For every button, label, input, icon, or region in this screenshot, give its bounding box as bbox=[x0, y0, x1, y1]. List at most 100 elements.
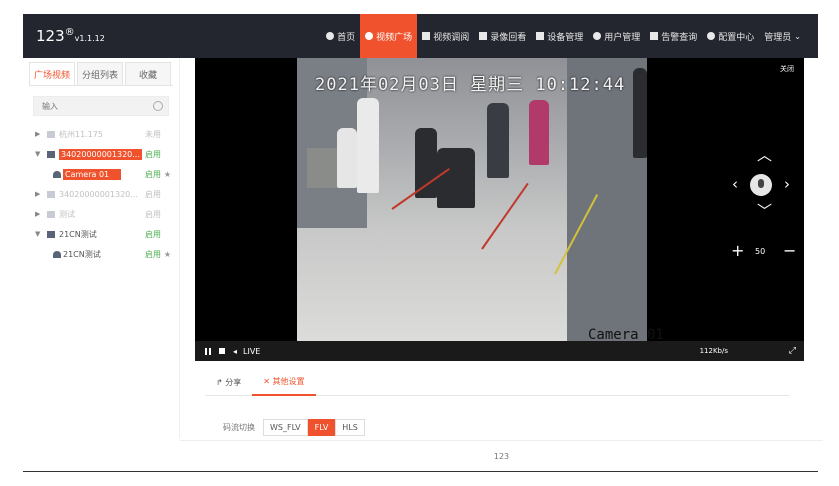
status-badge: 启用 bbox=[145, 209, 161, 219]
sidebar-tabs: 广场视频 分组列表 收藏 bbox=[29, 62, 173, 86]
tab-label: 其他设置 bbox=[272, 377, 305, 386]
camera-icon bbox=[53, 250, 61, 258]
gear-icon bbox=[707, 32, 716, 40]
stream-hls-button[interactable]: HLS bbox=[335, 419, 365, 436]
search-box bbox=[33, 96, 169, 116]
volume-icon[interactable]: ◂ bbox=[233, 347, 237, 356]
pause-icon[interactable] bbox=[205, 347, 211, 355]
nav-item-alarms[interactable]: 告警查询 bbox=[645, 14, 702, 58]
tab-label: 分享 bbox=[225, 378, 242, 387]
chevron-right-icon[interactable]: ▶ bbox=[35, 130, 40, 138]
chevron-down-icon: ⌄ bbox=[794, 31, 801, 41]
page-footer: 123 bbox=[180, 440, 823, 471]
stream-switch-label: 码流切换 bbox=[223, 423, 255, 432]
status-badge: 启用 bbox=[145, 169, 161, 179]
nav-item-video-square[interactable]: 视频广场 bbox=[360, 14, 418, 58]
status-badge: 启用 bbox=[145, 149, 161, 159]
chevron-right-icon[interactable]: ▶ bbox=[35, 210, 40, 218]
tab-group-list[interactable]: 分组列表 bbox=[77, 62, 123, 85]
osd-timestamp: 2021年02月03日 星期三 10:12:44 bbox=[315, 75, 626, 95]
tree-item[interactable]: ▶ 测试 启用 bbox=[23, 204, 179, 224]
microphone-button[interactable] bbox=[750, 174, 772, 196]
sidebar: 广场视频 分组列表 收藏 ▶ 杭州11.175 未用 ▼ 34020000001… bbox=[23, 58, 180, 438]
fullscreen-icon[interactable]: ⤢ bbox=[789, 346, 796, 356]
tree-item[interactable]: ▼ 34020000001320... 启用 bbox=[23, 144, 179, 164]
video-frame bbox=[297, 58, 647, 341]
stream-flv-button[interactable]: FLV bbox=[307, 419, 336, 436]
status-badge: 启用 bbox=[145, 249, 161, 259]
star-icon[interactable]: ★ bbox=[164, 170, 171, 179]
chevron-up-icon[interactable]: ︿ bbox=[757, 148, 772, 163]
tree-item[interactable]: Camera 01 启用 ★ bbox=[23, 164, 179, 184]
nav-item-video-view[interactable]: 视频调阅 bbox=[417, 14, 474, 58]
zoom-out-icon[interactable]: − bbox=[783, 241, 796, 260]
ptz-control: ︿ ‹ › ﹀ + 50 − bbox=[728, 148, 798, 308]
nav-label: 用户管理 bbox=[604, 32, 641, 43]
tree-item-label: Camera 01 bbox=[63, 168, 121, 180]
nav-label: 首页 bbox=[337, 32, 356, 43]
device-icon bbox=[47, 210, 55, 218]
close-button[interactable]: 关闭 bbox=[780, 64, 794, 74]
chevron-right-icon[interactable]: › bbox=[784, 177, 790, 192]
user-icon bbox=[593, 32, 602, 40]
tab-share[interactable]: ↱ 分享 bbox=[205, 370, 252, 396]
tab-other-settings[interactable]: ✕ 其他设置 bbox=[252, 370, 316, 396]
grid-icon bbox=[422, 32, 431, 40]
stream-switch: 码流切换 WS_FLV FLV HLS bbox=[223, 419, 365, 436]
home-icon bbox=[326, 32, 335, 40]
tree-item[interactable]: ▶ 34020000001320... 启用 bbox=[23, 184, 179, 204]
tab-favorites[interactable]: 收藏 bbox=[125, 62, 171, 85]
scene-person bbox=[337, 128, 357, 188]
device-icon bbox=[47, 190, 55, 198]
chevron-down-icon[interactable]: ▼ bbox=[35, 230, 40, 238]
player-controls: ◂ LIVE 112Kb/s ⤢ bbox=[195, 341, 804, 361]
nav-label: 视频调阅 bbox=[433, 32, 470, 43]
status-badge: 未用 bbox=[145, 129, 161, 139]
app-logo[interactable]: 123®v1.1.12 bbox=[36, 27, 105, 45]
chevron-right-icon[interactable]: ▶ bbox=[35, 190, 40, 198]
scene-person bbox=[529, 100, 549, 165]
tree-item-label: 34020000001320... bbox=[59, 148, 142, 160]
share-icon: ↱ bbox=[216, 378, 226, 387]
user-name: 管理员 bbox=[764, 32, 792, 43]
scene-person bbox=[437, 148, 475, 208]
search-icon[interactable] bbox=[153, 101, 163, 111]
device-icon bbox=[47, 150, 55, 158]
user-menu[interactable]: 管理员 ⌄ bbox=[759, 14, 806, 58]
tree-item-label: 34020000001320... bbox=[59, 189, 138, 199]
window-edge bbox=[23, 471, 818, 472]
nav-item-devices[interactable]: 设备管理 bbox=[531, 14, 588, 58]
video-player[interactable]: 2021年02月03日 星期三 10:12:44 Camera 01 关闭 ︿ … bbox=[195, 58, 804, 361]
zoom-in-icon[interactable]: + bbox=[731, 241, 744, 260]
nav-item-playback[interactable]: 录像回看 bbox=[474, 14, 531, 58]
chevron-down-icon[interactable]: ▼ bbox=[35, 150, 40, 158]
bitrate-readout: 112Kb/s bbox=[699, 347, 728, 355]
nav-label: 设备管理 bbox=[547, 32, 584, 43]
stop-icon[interactable] bbox=[219, 348, 225, 354]
search-input[interactable] bbox=[34, 97, 168, 115]
tree-item[interactable]: 21CN测试 启用 ★ bbox=[23, 244, 179, 264]
camera-icon bbox=[53, 170, 61, 178]
chevron-down-icon[interactable]: ﹀ bbox=[757, 204, 772, 219]
tree-item-label: 21CN测试 bbox=[63, 249, 101, 259]
nav-item-config[interactable]: 配置中心 bbox=[702, 14, 759, 58]
scene-person bbox=[633, 68, 647, 158]
top-navbar: 123®v1.1.12 首页 视频广场 视频调阅 录像回看 设备管理 用户管理 … bbox=[23, 14, 818, 58]
footer-text: 123 bbox=[493, 451, 510, 461]
tab-square-videos[interactable]: 广场视频 bbox=[29, 62, 75, 85]
stream-ws-flv-button[interactable]: WS_FLV bbox=[263, 419, 308, 436]
nav-label: 告警查询 bbox=[661, 32, 698, 43]
main-nav: 首页 视频广场 视频调阅 录像回看 设备管理 用户管理 告警查询 配置中心 管理… bbox=[321, 14, 806, 58]
status-badge: 启用 bbox=[145, 189, 161, 199]
tree-item[interactable]: ▼ 21CN测试 启用 bbox=[23, 224, 179, 244]
floor-line bbox=[481, 182, 529, 250]
settings-panel: ↱ 分享 ✕ 其他设置 码流切换 WS_FLV FLV HLS bbox=[195, 370, 804, 438]
nav-item-home[interactable]: 首页 bbox=[321, 14, 360, 58]
tree-item[interactable]: ▶ 杭州11.175 未用 bbox=[23, 124, 179, 144]
tools-icon: ✕ bbox=[263, 377, 273, 386]
tree-item-label: 21CN测试 bbox=[59, 229, 97, 239]
chevron-left-icon[interactable]: ‹ bbox=[732, 177, 738, 192]
star-icon[interactable]: ★ bbox=[164, 250, 171, 259]
zoom-value: 50 bbox=[755, 247, 766, 256]
nav-item-users[interactable]: 用户管理 bbox=[588, 14, 645, 58]
